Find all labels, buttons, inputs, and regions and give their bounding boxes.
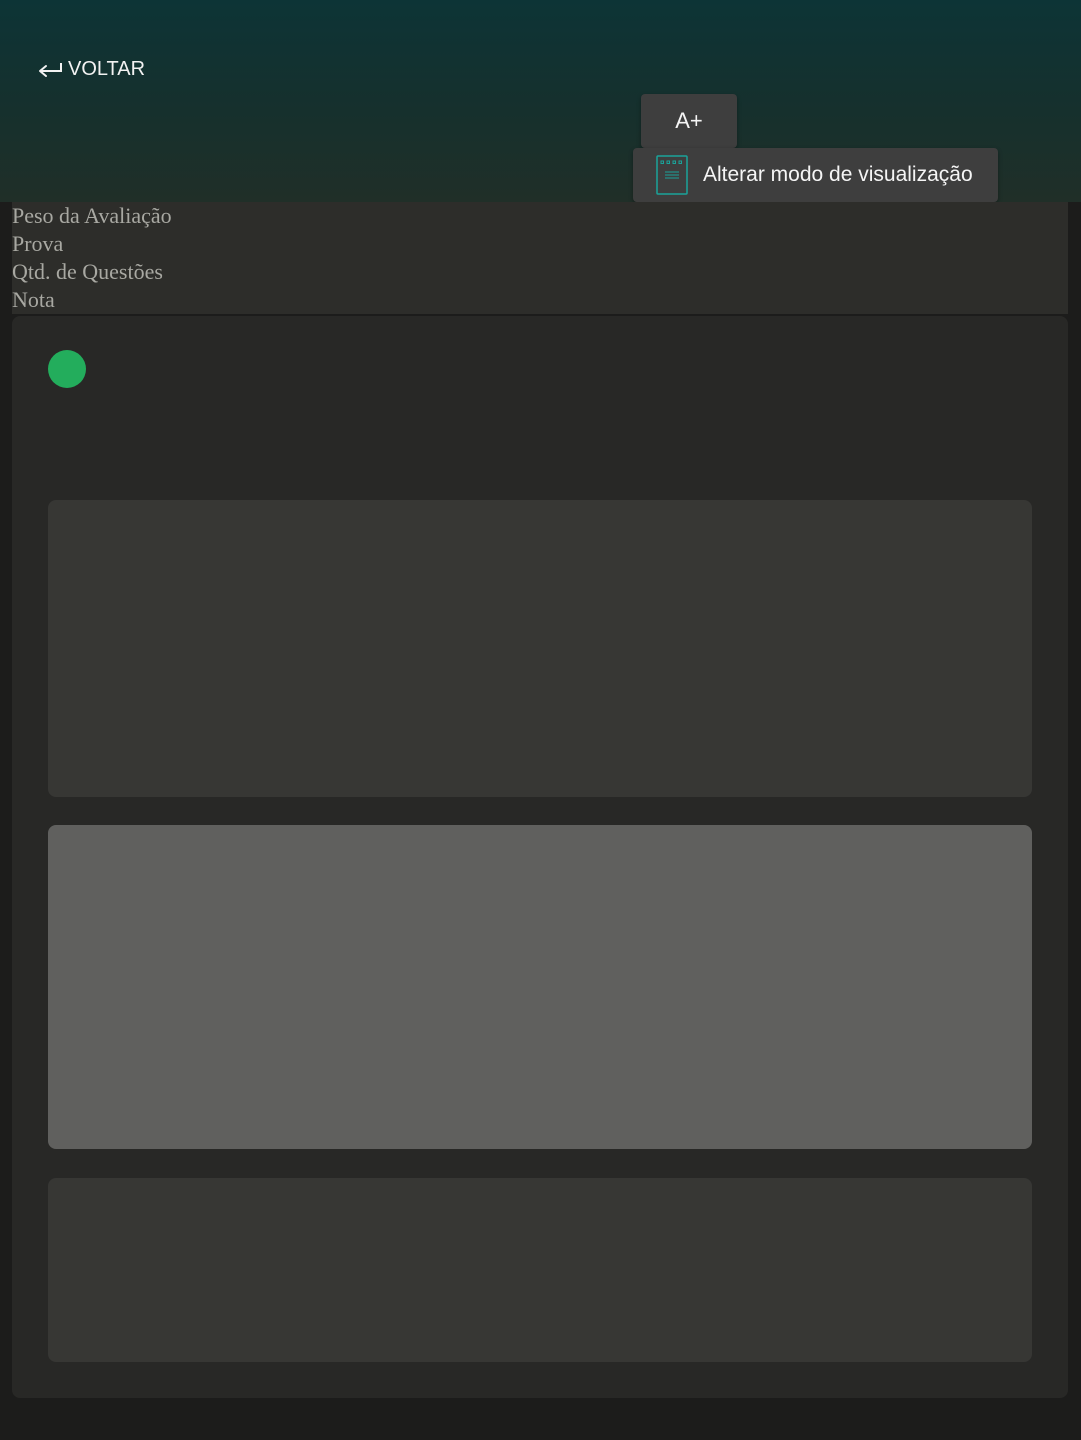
return-arrow-icon: [39, 63, 62, 77]
document-icon: [656, 155, 688, 195]
status-dot: [48, 350, 86, 388]
header: VOLTAR A+ Alterar modo de visualização: [0, 0, 1081, 202]
info-row-grade: Nota: [12, 287, 55, 312]
content-block-1: [48, 500, 1032, 797]
content-card: [12, 316, 1068, 1398]
evaluation-info: Peso da Avaliação Prova Qtd. de Questões…: [12, 202, 1068, 314]
info-row-question-count: Qtd. de Questões: [12, 259, 163, 284]
view-mode-label: Alterar modo de visualização: [703, 163, 973, 186]
content-block-3: [48, 1178, 1032, 1362]
back-button[interactable]: VOLTAR: [36, 54, 145, 84]
info-row-exam: Prova: [12, 231, 64, 256]
back-label: VOLTAR: [68, 57, 146, 80]
info-row-weight: Peso da Avaliação: [12, 203, 172, 228]
content-block-2: [48, 825, 1032, 1149]
font-size-label: A+: [675, 108, 703, 133]
font-size-button[interactable]: A+: [641, 94, 737, 148]
view-mode-button[interactable]: Alterar modo de visualização: [633, 148, 998, 202]
